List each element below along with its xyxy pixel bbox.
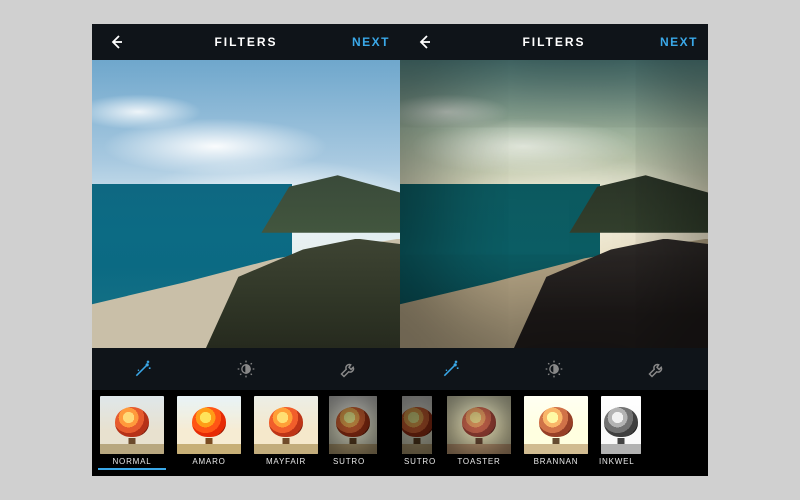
wrench-icon (647, 359, 667, 379)
filter-thumb (447, 396, 511, 454)
filter-thumb (329, 396, 377, 454)
filter-label: SUTRO (402, 457, 436, 466)
filter-inkwell[interactable]: INKWEL (599, 396, 643, 466)
filter-thumb (524, 396, 588, 454)
tab-tools[interactable] (297, 348, 400, 390)
filter-label: BRANNAN (522, 457, 590, 466)
filter-amaro[interactable]: AMARO (175, 396, 243, 466)
filter-normal[interactable]: NORMAL (98, 396, 166, 470)
filter-thumb (177, 396, 241, 454)
filter-thumb (402, 396, 432, 454)
brightness-icon (544, 359, 564, 379)
filter-sutro[interactable]: SUTRO (329, 396, 377, 466)
filter-label: NORMAL (98, 457, 166, 466)
brightness-icon (236, 359, 256, 379)
tab-tools[interactable] (605, 348, 708, 390)
filter-strip[interactable]: NORMAL AMARO MAYFAIR SUTRO (92, 390, 400, 476)
photo-preview[interactable] (92, 60, 400, 348)
phone-screen-right: FILTERS NEXT SUTRO TOASTER (400, 24, 708, 476)
filter-mayfair[interactable]: MAYFAIR (252, 396, 320, 466)
header: FILTERS NEXT (400, 24, 708, 60)
magic-wand-icon (441, 359, 461, 379)
tab-lux[interactable] (503, 348, 606, 390)
next-button[interactable]: NEXT (352, 35, 390, 49)
filter-brannan[interactable]: BRANNAN (522, 396, 590, 466)
magic-wand-icon (133, 359, 153, 379)
filter-strip[interactable]: SUTRO TOASTER BRANNAN INKWEL (400, 390, 708, 476)
arrow-left-icon (107, 33, 125, 51)
filter-label: MAYFAIR (252, 457, 320, 466)
tab-lux[interactable] (195, 348, 298, 390)
filter-thumb (254, 396, 318, 454)
filter-label: TOASTER (445, 457, 513, 466)
photo-preview[interactable] (400, 60, 708, 348)
tool-tabs (400, 348, 708, 390)
filter-thumb (601, 396, 641, 454)
back-button[interactable] (102, 28, 130, 56)
arrow-left-icon (415, 33, 433, 51)
filter-sutro[interactable]: SUTRO (402, 396, 436, 466)
filter-thumb (100, 396, 164, 454)
filter-toaster[interactable]: TOASTER (445, 396, 513, 466)
filter-label: SUTRO (329, 457, 377, 466)
wrench-icon (339, 359, 359, 379)
selection-indicator (98, 468, 166, 470)
filter-label: INKWEL (599, 457, 643, 466)
filter-label: AMARO (175, 457, 243, 466)
tab-filters[interactable] (400, 348, 503, 390)
header: FILTERS NEXT (92, 24, 400, 60)
phone-screen-left: FILTERS NEXT NORMAL AMAR (92, 24, 400, 476)
tool-tabs (92, 348, 400, 390)
next-button[interactable]: NEXT (660, 35, 698, 49)
tab-filters[interactable] (92, 348, 195, 390)
back-button[interactable] (410, 28, 438, 56)
